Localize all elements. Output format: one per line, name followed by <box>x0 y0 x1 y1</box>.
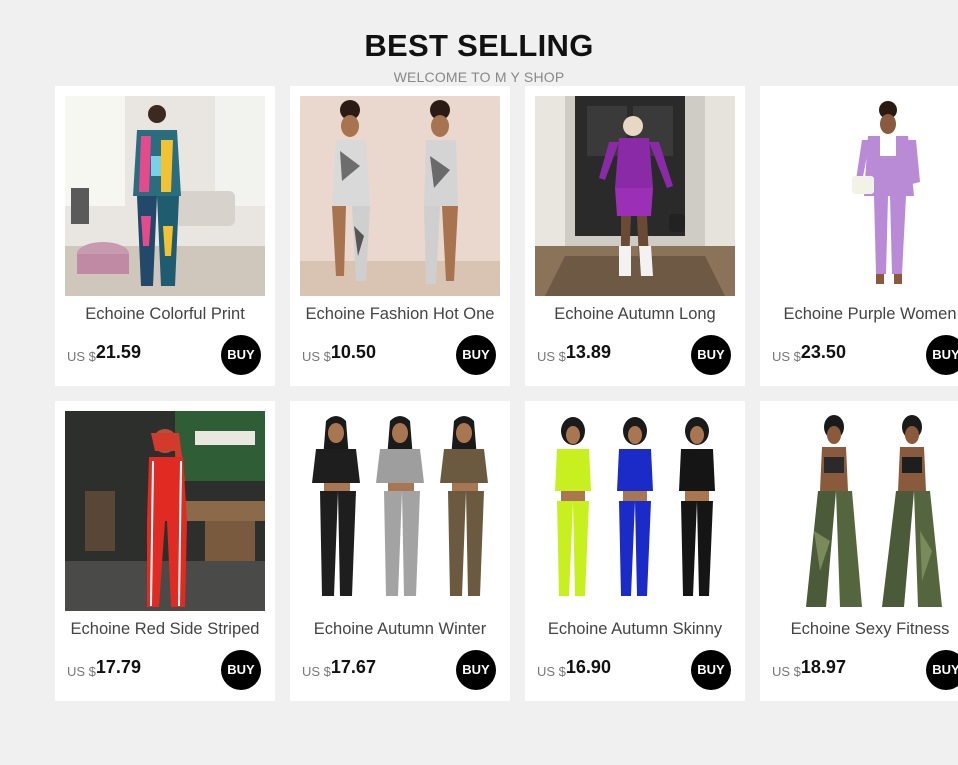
product-name[interactable]: Echoine Autumn Long <box>525 305 745 324</box>
product-card[interactable]: Echoine Purple Women US $23.50 BUY <box>760 86 958 386</box>
product-image[interactable] <box>535 96 735 296</box>
currency-label: US $ <box>302 664 331 679</box>
buy-button[interactable]: BUY <box>691 335 731 375</box>
product-image[interactable] <box>770 411 958 611</box>
product-price: US $13.89 <box>537 342 611 364</box>
buy-button[interactable]: BUY <box>456 335 496 375</box>
product-price: US $10.50 <box>302 342 376 364</box>
currency-label: US $ <box>537 349 566 364</box>
product-grid: Echoine Colorful Print US $21.59 BUY Ech… <box>0 0 958 765</box>
price-value: 17.79 <box>95 657 141 677</box>
price-value: 21.59 <box>95 342 141 362</box>
currency-label: US $ <box>772 349 801 364</box>
buy-button[interactable]: BUY <box>926 335 958 375</box>
product-name[interactable]: Echoine Autumn Skinny <box>525 620 745 639</box>
product-name[interactable]: Echoine Red Side Striped <box>55 620 275 639</box>
product-price: US $16.90 <box>537 657 611 679</box>
product-name[interactable]: Echoine Colorful Print <box>55 305 275 324</box>
product-card[interactable]: Echoine Red Side Striped US $17.79 BUY <box>55 401 275 701</box>
product-price: US $23.50 <box>772 342 846 364</box>
product-card[interactable]: Echoine Colorful Print US $21.59 BUY <box>55 86 275 386</box>
currency-label: US $ <box>537 664 566 679</box>
product-name[interactable]: Echoine Purple Women <box>760 305 958 324</box>
price-value: 23.50 <box>800 342 846 362</box>
currency-label: US $ <box>302 349 331 364</box>
price-value: 16.90 <box>565 657 611 677</box>
buy-button[interactable]: BUY <box>691 650 731 690</box>
product-image[interactable] <box>300 96 500 296</box>
product-price: US $17.79 <box>67 657 141 679</box>
product-image[interactable] <box>65 96 265 296</box>
product-image[interactable] <box>300 411 500 611</box>
product-card[interactable]: Echoine Autumn Skinny US $16.90 BUY <box>525 401 745 701</box>
product-image[interactable] <box>535 411 735 611</box>
currency-label: US $ <box>67 349 96 364</box>
buy-button[interactable]: BUY <box>221 335 261 375</box>
product-card[interactable]: Echoine Fashion Hot One US $10.50 BUY <box>290 86 510 386</box>
price-value: 13.89 <box>565 342 611 362</box>
product-image[interactable] <box>770 96 958 296</box>
price-value: 18.97 <box>800 657 846 677</box>
currency-label: US $ <box>772 664 801 679</box>
product-name[interactable]: Echoine Autumn Winter <box>290 620 510 639</box>
product-price: US $18.97 <box>772 657 846 679</box>
product-name[interactable]: Echoine Fashion Hot One <box>290 305 510 324</box>
product-card[interactable]: Echoine Sexy Fitness US $18.97 BUY <box>760 401 958 701</box>
product-name[interactable]: Echoine Sexy Fitness <box>760 620 958 639</box>
currency-label: US $ <box>67 664 96 679</box>
price-value: 10.50 <box>330 342 376 362</box>
product-price: US $21.59 <box>67 342 141 364</box>
buy-button[interactable]: BUY <box>926 650 958 690</box>
buy-button[interactable]: BUY <box>456 650 496 690</box>
product-image[interactable] <box>65 411 265 611</box>
price-value: 17.67 <box>330 657 376 677</box>
buy-button[interactable]: BUY <box>221 650 261 690</box>
product-card[interactable]: Echoine Autumn Winter US $17.67 BUY <box>290 401 510 701</box>
product-price: US $17.67 <box>302 657 376 679</box>
product-card[interactable]: Echoine Autumn Long US $13.89 BUY <box>525 86 745 386</box>
